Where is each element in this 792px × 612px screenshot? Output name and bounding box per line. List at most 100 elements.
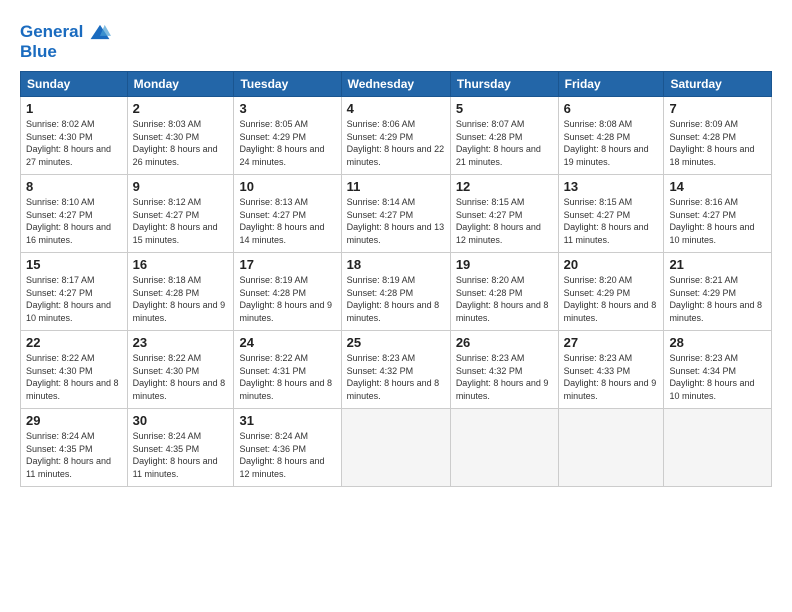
day-cell-5: 5 Sunrise: 8:07 AM Sunset: 4:28 PM Daylig… (450, 97, 558, 175)
day-info: Sunrise: 8:22 AM Sunset: 4:31 PM Dayligh… (239, 352, 335, 402)
day-info: Sunrise: 8:16 AM Sunset: 4:27 PM Dayligh… (669, 196, 766, 246)
logo-blue: Blue (20, 42, 111, 62)
day-cell-15: 15 Sunrise: 8:17 AM Sunset: 4:27 PM Dayli… (21, 253, 128, 331)
day-info: Sunrise: 8:15 AM Sunset: 4:27 PM Dayligh… (564, 196, 659, 246)
day-number: 23 (133, 335, 229, 350)
day-info: Sunrise: 8:17 AM Sunset: 4:27 PM Dayligh… (26, 274, 122, 324)
calendar-table: SundayMondayTuesdayWednesdayThursdayFrid… (20, 71, 772, 487)
day-number: 19 (456, 257, 553, 272)
day-cell-13: 13Sunrise: 8:15 AM Sunset: 4:27 PM Dayli… (558, 175, 664, 253)
day-number: 12 (456, 179, 553, 194)
day-info: Sunrise: 8:14 AM Sunset: 4:27 PM Dayligh… (347, 196, 445, 246)
day-number: 15 (26, 257, 122, 272)
header-friday: Friday (558, 72, 664, 97)
day-cell-7: 7Sunrise: 8:09 AM Sunset: 4:28 PM Daylig… (664, 97, 772, 175)
day-info: Sunrise: 8:24 AM Sunset: 4:35 PM Dayligh… (26, 430, 122, 480)
header-tuesday: Tuesday (234, 72, 341, 97)
day-cell-17: 17 Sunrise: 8:19 AM Sunset: 4:28 PM Dayli… (234, 253, 341, 331)
day-cell-14: 14 Sunrise: 8:16 AM Sunset: 4:27 PM Dayli… (664, 175, 772, 253)
day-info: Sunrise: 8:07 AM Sunset: 4:28 PM Dayligh… (456, 118, 553, 168)
day-cell-18: 18 Sunrise: 8:19 AM Sunset: 4:28 PM Dayli… (341, 253, 450, 331)
day-number: 5 (456, 101, 553, 116)
week-row-4: 22 Sunrise: 8:22 AM Sunset: 4:30 PM Dayli… (21, 331, 772, 409)
empty-cell (341, 409, 450, 487)
day-number: 8 (26, 179, 122, 194)
empty-cell (664, 409, 772, 487)
day-info: Sunrise: 8:12 AM Sunset: 4:27 PM Dayligh… (133, 196, 229, 246)
day-number: 2 (133, 101, 229, 116)
day-info: Sunrise: 8:18 AM Sunset: 4:28 PM Dayligh… (133, 274, 229, 324)
day-info: Sunrise: 8:15 AM Sunset: 4:27 PM Dayligh… (456, 196, 553, 246)
day-number: 27 (564, 335, 659, 350)
day-cell-24: 24 Sunrise: 8:22 AM Sunset: 4:31 PM Dayli… (234, 331, 341, 409)
day-info: Sunrise: 8:19 AM Sunset: 4:28 PM Dayligh… (239, 274, 335, 324)
header-thursday: Thursday (450, 72, 558, 97)
day-cell-20: 20Sunrise: 8:20 AM Sunset: 4:29 PM Dayli… (558, 253, 664, 331)
day-info: Sunrise: 8:03 AM Sunset: 4:30 PM Dayligh… (133, 118, 229, 168)
day-info: Sunrise: 8:24 AM Sunset: 4:35 PM Dayligh… (133, 430, 229, 480)
day-cell-22: 22 Sunrise: 8:22 AM Sunset: 4:30 PM Dayli… (21, 331, 128, 409)
day-info: Sunrise: 8:10 AM Sunset: 4:27 PM Dayligh… (26, 196, 122, 246)
header-wednesday: Wednesday (341, 72, 450, 97)
day-number: 20 (564, 257, 659, 272)
day-number: 24 (239, 335, 335, 350)
day-cell-29: 29 Sunrise: 8:24 AM Sunset: 4:35 PM Dayli… (21, 409, 128, 487)
day-number: 16 (133, 257, 229, 272)
day-number: 9 (133, 179, 229, 194)
week-row-2: 8 Sunrise: 8:10 AM Sunset: 4:27 PM Daylig… (21, 175, 772, 253)
day-number: 18 (347, 257, 445, 272)
logo-general: General (20, 22, 83, 41)
week-row-3: 15 Sunrise: 8:17 AM Sunset: 4:27 PM Dayli… (21, 253, 772, 331)
day-number: 1 (26, 101, 122, 116)
day-cell-6: 6Sunrise: 8:08 AM Sunset: 4:28 PM Daylig… (558, 97, 664, 175)
day-cell-21: 21 Sunrise: 8:21 AM Sunset: 4:29 PM Dayli… (664, 253, 772, 331)
day-cell-30: 30Sunrise: 8:24 AM Sunset: 4:35 PM Dayli… (127, 409, 234, 487)
day-number: 28 (669, 335, 766, 350)
day-info: Sunrise: 8:13 AM Sunset: 4:27 PM Dayligh… (239, 196, 335, 246)
day-number: 3 (239, 101, 335, 116)
day-info: Sunrise: 8:20 AM Sunset: 4:28 PM Dayligh… (456, 274, 553, 324)
day-info: Sunrise: 8:09 AM Sunset: 4:28 PM Dayligh… (669, 118, 766, 168)
day-cell-28: 28 Sunrise: 8:23 AM Sunset: 4:34 PM Dayli… (664, 331, 772, 409)
day-info: Sunrise: 8:05 AM Sunset: 4:29 PM Dayligh… (239, 118, 335, 168)
day-info: Sunrise: 8:24 AM Sunset: 4:36 PM Dayligh… (239, 430, 335, 480)
day-number: 31 (239, 413, 335, 428)
day-number: 21 (669, 257, 766, 272)
day-info: Sunrise: 8:23 AM Sunset: 4:32 PM Dayligh… (456, 352, 553, 402)
day-cell-12: 12 Sunrise: 8:15 AM Sunset: 4:27 PM Dayli… (450, 175, 558, 253)
day-number: 14 (669, 179, 766, 194)
day-info: Sunrise: 8:21 AM Sunset: 4:29 PM Dayligh… (669, 274, 766, 324)
day-info: Sunrise: 8:19 AM Sunset: 4:28 PM Dayligh… (347, 274, 445, 324)
day-cell-25: 25 Sunrise: 8:23 AM Sunset: 4:32 PM Dayli… (341, 331, 450, 409)
day-cell-16: 16 Sunrise: 8:18 AM Sunset: 4:28 PM Dayli… (127, 253, 234, 331)
day-cell-10: 10 Sunrise: 8:13 AM Sunset: 4:27 PM Dayli… (234, 175, 341, 253)
day-info: Sunrise: 8:08 AM Sunset: 4:28 PM Dayligh… (564, 118, 659, 168)
empty-cell (450, 409, 558, 487)
day-number: 10 (239, 179, 335, 194)
week-row-1: 1Sunrise: 8:02 AM Sunset: 4:30 PM Daylig… (21, 97, 772, 175)
day-info: Sunrise: 8:23 AM Sunset: 4:34 PM Dayligh… (669, 352, 766, 402)
week-row-5: 29 Sunrise: 8:24 AM Sunset: 4:35 PM Dayli… (21, 409, 772, 487)
header-monday: Monday (127, 72, 234, 97)
day-cell-23: 23 Sunrise: 8:22 AM Sunset: 4:30 PM Dayli… (127, 331, 234, 409)
day-number: 17 (239, 257, 335, 272)
header-sunday: Sunday (21, 72, 128, 97)
day-number: 25 (347, 335, 445, 350)
day-number: 11 (347, 179, 445, 194)
day-number: 29 (26, 413, 122, 428)
day-number: 22 (26, 335, 122, 350)
empty-cell (558, 409, 664, 487)
day-cell-1: 1Sunrise: 8:02 AM Sunset: 4:30 PM Daylig… (21, 97, 128, 175)
day-cell-4: 4 Sunrise: 8:06 AM Sunset: 4:29 PM Daylig… (341, 97, 450, 175)
day-info: Sunrise: 8:23 AM Sunset: 4:32 PM Dayligh… (347, 352, 445, 402)
logo: General Blue (20, 22, 111, 61)
day-cell-2: 2 Sunrise: 8:03 AM Sunset: 4:30 PM Daylig… (127, 97, 234, 175)
day-number: 26 (456, 335, 553, 350)
day-cell-9: 9 Sunrise: 8:12 AM Sunset: 4:27 PM Daylig… (127, 175, 234, 253)
day-info: Sunrise: 8:06 AM Sunset: 4:29 PM Dayligh… (347, 118, 445, 168)
day-info: Sunrise: 8:22 AM Sunset: 4:30 PM Dayligh… (133, 352, 229, 402)
day-info: Sunrise: 8:22 AM Sunset: 4:30 PM Dayligh… (26, 352, 122, 402)
header-saturday: Saturday (664, 72, 772, 97)
day-cell-19: 19 Sunrise: 8:20 AM Sunset: 4:28 PM Dayli… (450, 253, 558, 331)
day-number: 4 (347, 101, 445, 116)
